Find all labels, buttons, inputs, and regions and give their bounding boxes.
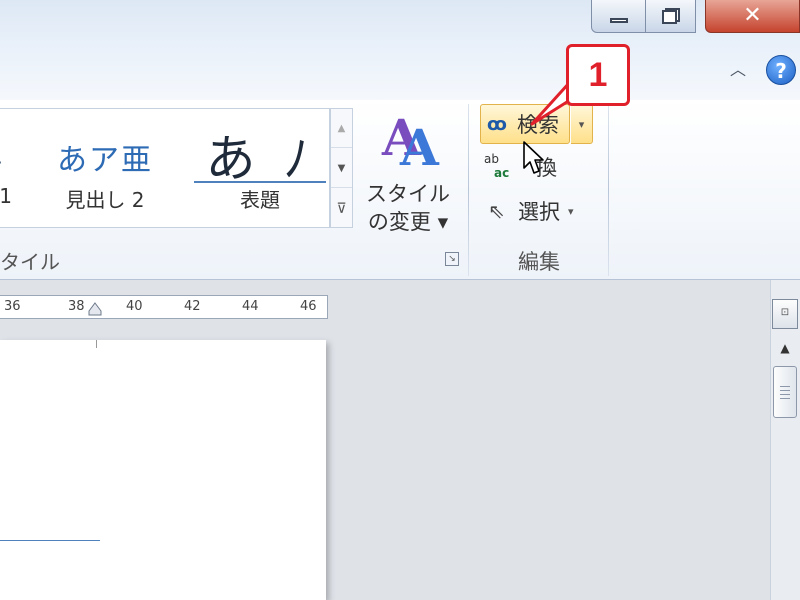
- page-margin-tick: [96, 340, 97, 348]
- ruler-toggle-button[interactable]: ⊡: [772, 299, 798, 329]
- ruler-tick: 36: [4, 299, 21, 314]
- styles-group-label: タイル: [0, 250, 60, 274]
- replace-icon: ab ac: [484, 152, 510, 180]
- document-page[interactable]: [0, 340, 326, 600]
- select-arrow-icon: ⇖: [488, 199, 505, 223]
- style-gallery-scroll: ▲ ▼ ⊽: [330, 108, 353, 228]
- gallery-down-button[interactable]: ▼: [331, 149, 352, 188]
- scroll-thumb[interactable]: [773, 366, 797, 418]
- scroll-up-icon[interactable]: ▲: [772, 338, 798, 358]
- ruler-tick: 40: [126, 299, 143, 314]
- change-styles-icon: AA: [382, 108, 439, 177]
- style-gallery: 亜 1 あア亜 見出し 2 あ ﾉ 表題: [0, 108, 330, 228]
- mouse-cursor-icon: [523, 141, 544, 174]
- group-separator: [468, 104, 469, 276]
- gallery-more-button[interactable]: ⊽: [331, 189, 352, 228]
- close-icon: ✕: [743, 3, 762, 28]
- ruler-tick: 44: [242, 299, 259, 314]
- style-label: 表題: [240, 188, 280, 212]
- ruler-tick: 42: [184, 299, 201, 314]
- ruler-tick: 46: [300, 299, 317, 314]
- launcher-icon[interactable]: ↘: [445, 252, 459, 266]
- ruler-tick: 38: [68, 299, 85, 314]
- gallery-up-button[interactable]: ▲: [331, 109, 352, 148]
- horizontal-ruler[interactable]: 36 38 40 42 44 46: [0, 295, 328, 319]
- replace-button[interactable]: ab ac 換: [484, 150, 557, 184]
- style-item-partial[interactable]: 亜 1: [0, 109, 16, 227]
- restore-icon: [661, 8, 680, 24]
- select-button[interactable]: ⇖ 選択 ▾: [488, 194, 574, 228]
- style-underline: [194, 181, 326, 183]
- select-label: 選択: [518, 200, 560, 224]
- change-styles-button[interactable]: AA スタイルの変更 ▾: [358, 108, 458, 238]
- style-sample: 亜: [0, 131, 16, 171]
- change-styles-label: スタイルの変更 ▾: [366, 182, 450, 234]
- style-sample: あア亜: [57, 143, 153, 178]
- callout-number: 1: [566, 44, 630, 106]
- style-label: 1: [0, 184, 12, 208]
- style-item-heading-2[interactable]: あア亜 見出し 2: [30, 109, 180, 227]
- binoculars-icon: ꝏ: [487, 113, 507, 135]
- edit-group-label: 編集: [518, 250, 560, 274]
- minimize-icon: [609, 17, 628, 23]
- group-separator: [608, 104, 609, 276]
- restore-button[interactable]: [646, 0, 696, 33]
- close-button[interactable]: ✕: [705, 0, 800, 33]
- help-icon[interactable]: ?: [766, 55, 796, 85]
- style-item-title[interactable]: あ ﾉ 表題: [190, 109, 330, 227]
- chevron-down-icon: ▾: [568, 204, 574, 218]
- ribbon-tab-strip: [0, 50, 800, 100]
- indent-marker-icon[interactable]: [88, 302, 102, 316]
- collapse-ribbon-icon[interactable]: ︿: [728, 60, 748, 80]
- page-text-line: [0, 540, 100, 541]
- minimize-button[interactable]: [591, 0, 646, 33]
- style-label: 見出し 2: [65, 188, 145, 212]
